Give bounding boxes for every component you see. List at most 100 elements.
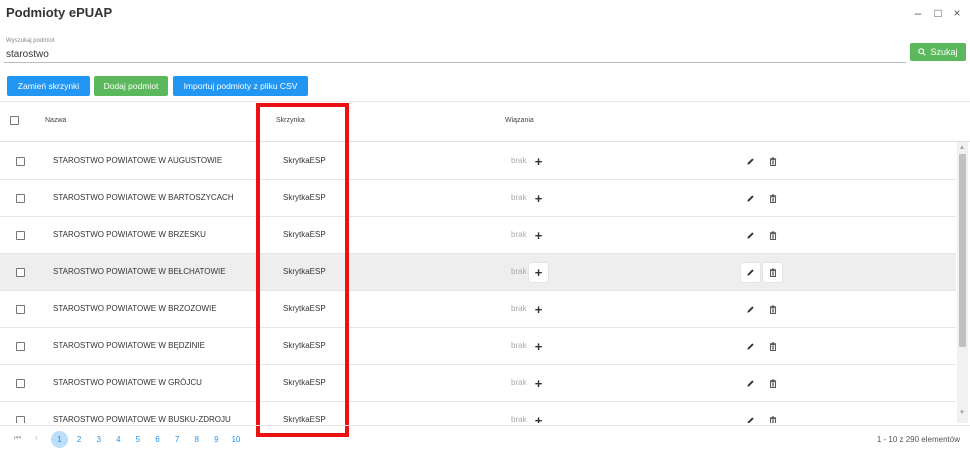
pencil-icon[interactable] bbox=[741, 411, 760, 423]
entity-bindings: brak bbox=[511, 230, 527, 239]
trash-icon[interactable] bbox=[763, 226, 782, 245]
entity-bindings: brak bbox=[511, 415, 527, 423]
trash-icon[interactable] bbox=[763, 189, 782, 208]
column-header-bindings[interactable]: Wiązania bbox=[505, 117, 534, 124]
scroll-up-icon[interactable]: ▲ bbox=[959, 145, 965, 151]
row-checkbox[interactable] bbox=[16, 305, 25, 314]
page-button-6[interactable]: 6 bbox=[149, 431, 166, 448]
pagination-summary: 1 - 10 z 290 elementów bbox=[876, 435, 960, 444]
scroll-down-icon[interactable]: ▼ bbox=[959, 410, 965, 416]
add-binding-button[interactable]: + bbox=[529, 263, 548, 282]
page-button-4[interactable]: 4 bbox=[110, 431, 127, 448]
entity-box: SkrytkaESP bbox=[283, 267, 326, 276]
entity-name: STAROSTWO POWIATOWE W AUGUSTOWIE bbox=[53, 156, 223, 165]
page-button-2[interactable]: 2 bbox=[71, 431, 88, 448]
column-header-name[interactable]: Nazwa bbox=[45, 117, 66, 124]
entity-bindings: brak bbox=[511, 193, 527, 202]
page-button-10[interactable]: 10 bbox=[227, 431, 244, 448]
trash-icon[interactable] bbox=[763, 411, 782, 423]
row-checkbox[interactable] bbox=[16, 157, 25, 166]
add-binding-button[interactable]: + bbox=[529, 374, 548, 393]
entity-name: STAROSTWO POWIATOWE W BRZESKU bbox=[53, 230, 206, 239]
table-row[interactable]: STAROSTWO POWIATOWE W BARTOSZYCACH Skrytk… bbox=[0, 180, 956, 217]
entity-bindings: brak bbox=[511, 341, 527, 350]
pencil-icon[interactable] bbox=[741, 337, 760, 356]
entity-name: STAROSTWO POWIATOWE W BARTOSZYCACH bbox=[53, 193, 234, 202]
window-title: Podmioty ePUAP bbox=[6, 5, 113, 20]
close-button[interactable]: × bbox=[950, 6, 964, 20]
entity-name: STAROSTWO POWIATOWE W BĘDZINIE bbox=[53, 341, 205, 350]
entity-bindings: brak bbox=[511, 378, 527, 387]
entity-bindings: brak bbox=[511, 304, 527, 313]
entity-box: SkrytkaESP bbox=[283, 304, 326, 313]
search-button[interactable]: Szukaj bbox=[910, 43, 966, 61]
select-all-checkbox[interactable] bbox=[10, 116, 19, 125]
row-checkbox[interactable] bbox=[16, 268, 25, 277]
table-row[interactable]: STAROSTWO POWIATOWE W AUGUSTOWIE SkrytkaE… bbox=[0, 143, 956, 180]
swap-boxes-button[interactable]: Zamień skrzynki bbox=[7, 76, 90, 96]
search-button-label: Szukaj bbox=[930, 47, 958, 57]
entity-name: STAROSTWO POWIATOWE W GRÓJCU bbox=[53, 378, 202, 387]
page-button-9[interactable]: 9 bbox=[208, 431, 225, 448]
table-row[interactable]: STAROSTWO POWIATOWE W GRÓJCU SkrytkaESP br… bbox=[0, 365, 956, 402]
column-header-box[interactable]: Skrzynka bbox=[276, 117, 305, 124]
row-checkbox[interactable] bbox=[16, 342, 25, 351]
row-checkbox[interactable] bbox=[16, 379, 25, 388]
table-row[interactable]: STAROSTWO POWIATOWE W BĘDZINIE SkrytkaESP… bbox=[0, 328, 956, 365]
epuap-entities-window: Podmioty ePUAP – □ × Wyszukaj podmiot Sz… bbox=[0, 0, 970, 453]
add-binding-button[interactable]: + bbox=[529, 337, 548, 356]
pencil-icon[interactable] bbox=[741, 374, 760, 393]
trash-icon[interactable] bbox=[763, 152, 782, 171]
add-binding-button[interactable]: + bbox=[529, 300, 548, 319]
pencil-icon[interactable] bbox=[741, 152, 760, 171]
page-button-3[interactable]: 3 bbox=[90, 431, 107, 448]
search-label: Wyszukaj podmiot bbox=[6, 38, 55, 44]
trash-icon[interactable] bbox=[763, 263, 782, 282]
first-page-button[interactable]: ⏮ bbox=[14, 433, 21, 443]
table-row[interactable]: STAROSTWO POWIATOWE W BRZOZOWIE SkrytkaES… bbox=[0, 291, 956, 328]
entity-bindings: brak bbox=[511, 267, 527, 276]
entity-box: SkrytkaESP bbox=[283, 230, 326, 239]
entity-box: SkrytkaESP bbox=[283, 193, 326, 202]
pencil-icon[interactable] bbox=[741, 189, 760, 208]
page-button-5[interactable]: 5 bbox=[129, 431, 146, 448]
add-entity-button[interactable]: Dodaj podmiot bbox=[94, 76, 168, 96]
entity-box: SkrytkaESP bbox=[283, 378, 326, 387]
entity-box: SkrytkaESP bbox=[283, 156, 326, 165]
trash-icon[interactable] bbox=[763, 300, 782, 319]
table-row[interactable]: STAROSTWO POWIATOWE W BRZESKU SkrytkaESP b… bbox=[0, 217, 956, 254]
import-csv-button[interactable]: Importuj podmioty z pliku CSV bbox=[173, 76, 308, 96]
add-binding-button[interactable]: + bbox=[529, 411, 548, 423]
row-checkbox[interactable] bbox=[16, 194, 25, 203]
entity-name: STAROSTWO POWIATOWE W BEŁCHATOWIE bbox=[53, 267, 226, 276]
pencil-icon[interactable] bbox=[741, 300, 760, 319]
search-input[interactable] bbox=[4, 46, 906, 63]
row-checkbox[interactable] bbox=[16, 231, 25, 240]
scrollbar-thumb[interactable] bbox=[959, 154, 966, 347]
pencil-icon[interactable] bbox=[741, 226, 760, 245]
add-binding-button[interactable]: + bbox=[529, 152, 548, 171]
title-bar: Podmioty ePUAP – □ × bbox=[0, 0, 970, 28]
entity-box: SkrytkaESP bbox=[283, 415, 326, 423]
add-binding-button[interactable]: + bbox=[529, 189, 548, 208]
entity-box: SkrytkaESP bbox=[283, 341, 326, 350]
row-checkbox[interactable] bbox=[16, 416, 25, 423]
page-button-8[interactable]: 8 bbox=[188, 431, 205, 448]
table-header: Nazwa Skrzynka Wiązania bbox=[0, 102, 970, 142]
search-icon bbox=[918, 48, 927, 56]
page-button-7[interactable]: 7 bbox=[169, 431, 186, 448]
trash-icon[interactable] bbox=[763, 337, 782, 356]
table-row[interactable]: STAROSTWO POWIATOWE W BEŁCHATOWIE Skrytka… bbox=[0, 254, 956, 291]
entity-name: STAROSTWO POWIATOWE W BRZOZOWIE bbox=[53, 304, 217, 313]
pencil-icon[interactable] bbox=[741, 263, 760, 282]
trash-icon[interactable] bbox=[763, 374, 782, 393]
entity-bindings: brak bbox=[511, 156, 527, 165]
entities-table: Nazwa Skrzynka Wiązania STAROSTWO POWIAT… bbox=[0, 101, 970, 423]
table-scrollbar[interactable]: ▲ ▼ bbox=[957, 142, 968, 423]
prev-page-button[interactable]: ‹ bbox=[35, 433, 38, 442]
minimize-button[interactable]: – bbox=[911, 6, 925, 20]
table-row[interactable]: STAROSTWO POWIATOWE W BUSKU-ZDROJU Skrytk… bbox=[0, 402, 956, 423]
maximize-button[interactable]: □ bbox=[931, 6, 945, 20]
add-binding-button[interactable]: + bbox=[529, 226, 548, 245]
page-button-1[interactable]: 1 bbox=[51, 431, 68, 448]
